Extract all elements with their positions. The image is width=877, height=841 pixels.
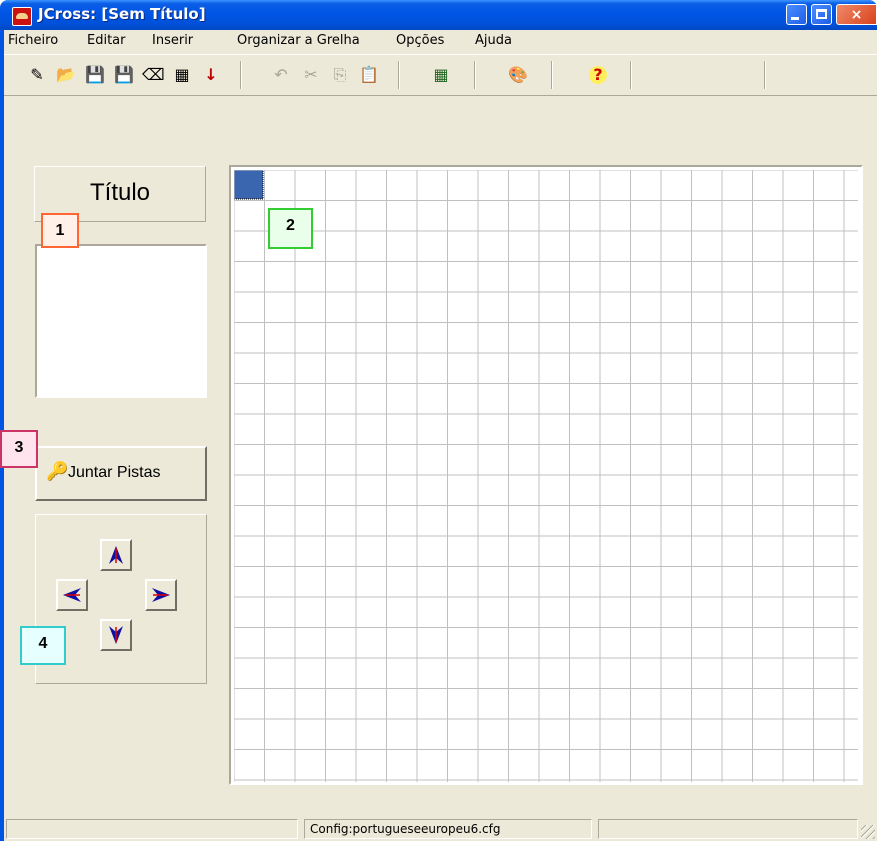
callout-3: 3 — [0, 430, 38, 468]
down-arrow-icon[interactable]: ↓ — [200, 64, 222, 86]
toolbar-separator — [630, 61, 632, 89]
menu-ajuda[interactable]: Ajuda — [475, 33, 512, 48]
help-icon[interactable]: ? — [587, 64, 609, 86]
menu-organizar-grelha[interactable]: Organizar a Grelha — [237, 33, 360, 48]
arrow-down-icon — [109, 626, 123, 644]
toolbar-separator — [398, 61, 400, 89]
arrow-up-icon — [109, 546, 123, 564]
toolbar-separator — [764, 61, 766, 89]
menu-bar: Ficheiro Editar Inserir Organizar a Grel… — [4, 30, 877, 52]
maximize-icon — [816, 9, 827, 19]
close-button[interactable]: × — [836, 4, 877, 25]
close-icon: × — [850, 7, 863, 23]
crossword-grid[interactable] — [234, 170, 858, 782]
copy-icon[interactable]: ⎘ — [329, 64, 351, 86]
arrow-left-icon — [63, 588, 81, 602]
arrow-right-icon — [152, 588, 170, 602]
open-folder-icon[interactable]: 📂 — [55, 64, 77, 86]
resize-grip[interactable] — [861, 825, 875, 839]
toolbar: ✎ 📂 💾 💾 ⌫ ▦ ↓ ↶ ✂ ⎘ 📋 ▦ 🎨 ? — [4, 54, 877, 96]
selected-cell[interactable] — [234, 170, 264, 200]
client-area: Ficheiro Editar Inserir Organizar a Grel… — [0, 30, 877, 841]
menu-editar[interactable]: Editar — [87, 33, 126, 48]
arrow-down-button[interactable] — [100, 619, 132, 651]
status-bar: Config:portugueseeuropeu6.cfg — [4, 816, 877, 841]
toolbar-separator — [240, 61, 242, 89]
crossword-grid-panel — [229, 165, 863, 785]
callout-4: 4 — [20, 626, 66, 665]
maximize-button[interactable] — [811, 4, 832, 25]
cut-icon[interactable]: ✂ — [300, 64, 322, 86]
save-as-icon[interactable]: 💾 — [113, 64, 135, 86]
title-bar[interactable]: JCross: [Sem Título] × — [0, 0, 877, 30]
toolbar-separator — [474, 61, 476, 89]
colors-icon[interactable]: 🎨 — [507, 64, 529, 86]
jcross-window: JCross: [Sem Título] × Ficheiro Editar I… — [0, 0, 877, 841]
menu-opcoes[interactable]: Opções — [396, 33, 444, 48]
menu-ficheiro[interactable]: Ficheiro — [8, 33, 58, 48]
key-icon: 🔑 — [46, 461, 69, 481]
title-display[interactable] — [35, 244, 207, 398]
status-config: Config:portugueseeuropeu6.cfg — [304, 819, 592, 839]
eraser-icon[interactable]: ⌫ — [142, 64, 165, 86]
arrow-left-button[interactable] — [56, 579, 88, 611]
join-clues-label: Juntar Pistas — [68, 464, 161, 481]
app-icon[interactable] — [12, 7, 32, 26]
grid-icon[interactable]: ▦ — [430, 64, 452, 86]
window-title: JCross: [Sem Título] — [38, 5, 206, 23]
menu-inserir[interactable]: Inserir — [152, 33, 193, 48]
paste-icon[interactable]: 📋 — [358, 64, 380, 86]
callout-2: 2 — [268, 208, 313, 249]
callout-1: 1 — [41, 213, 79, 248]
arrow-right-button[interactable] — [145, 579, 177, 611]
status-left — [6, 819, 298, 839]
toolbar-separator — [551, 61, 553, 89]
join-clues-button[interactable]: 🔑 Juntar Pistas — [35, 446, 207, 501]
status-right — [598, 819, 858, 839]
minimize-icon — [791, 17, 799, 20]
undo-icon[interactable]: ↶ — [270, 64, 292, 86]
web-export-icon[interactable]: ▦ — [171, 64, 193, 86]
new-file-icon[interactable]: ✎ — [26, 64, 48, 86]
minimize-button[interactable] — [786, 4, 807, 25]
arrow-up-button[interactable] — [100, 539, 132, 571]
save-icon[interactable]: 💾 — [84, 64, 106, 86]
